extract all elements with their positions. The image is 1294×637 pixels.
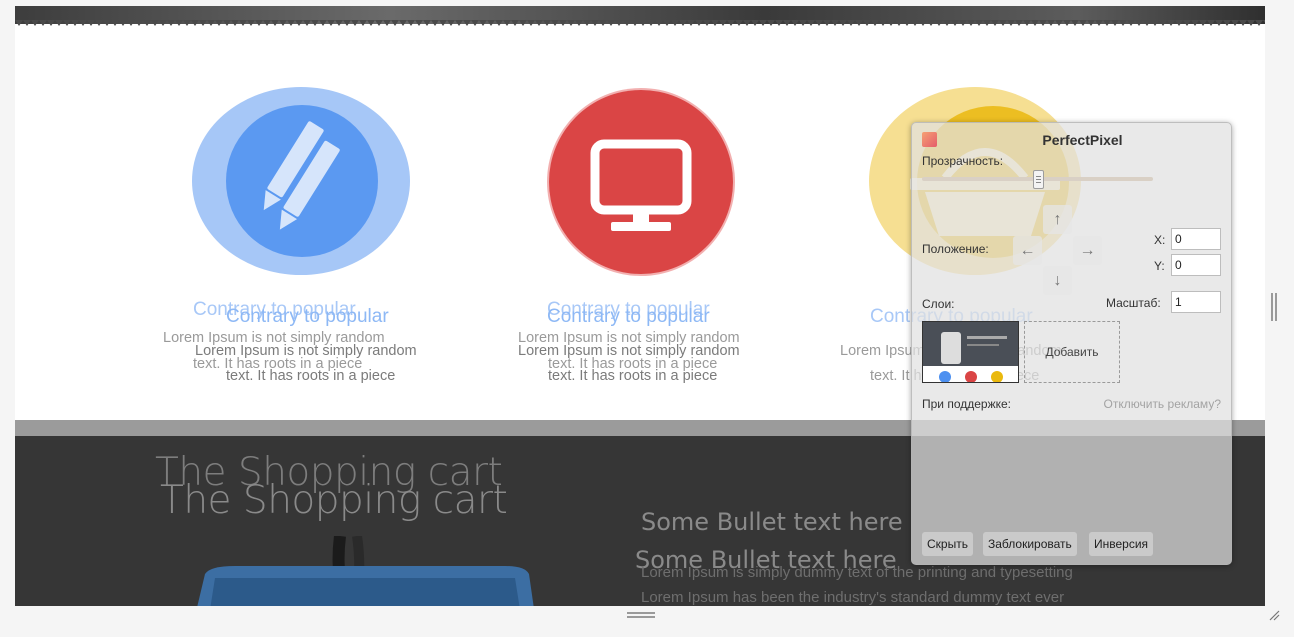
invert-button[interactable]: Инверсия	[1089, 532, 1154, 556]
hide-button[interactable]: Скрыть	[922, 532, 973, 556]
service-title: Contrary to popular	[226, 306, 389, 327]
vertical-resize-handle[interactable]	[627, 612, 655, 620]
lock-button[interactable]: Заблокировать	[983, 532, 1077, 556]
cart-lorem-line-2: Lorem Ipsum has been the industry's stan…	[641, 589, 1065, 606]
perfectpixel-panel: PerfectPixel Прозрачность: Положение: ↑ …	[911, 122, 1232, 565]
service-text: text. It has roots in a piece	[548, 368, 718, 384]
service-title: Contrary to popular	[547, 306, 710, 327]
disable-ads-link[interactable]: Отключить рекламу?	[1104, 397, 1221, 411]
x-input[interactable]: 0	[1171, 228, 1221, 250]
service-text: text. It has roots in a piece	[226, 368, 396, 384]
y-input[interactable]: 0	[1171, 254, 1221, 276]
y-label: Y:	[1154, 259, 1165, 273]
scale-label: Масштаб:	[1106, 296, 1161, 310]
move-left-button[interactable]: ←	[1013, 236, 1042, 265]
resize-corner-icon[interactable]	[1268, 609, 1280, 621]
panel-title: PerfectPixel	[1042, 132, 1123, 148]
support-label: При поддержке:	[922, 397, 1012, 411]
opacity-slider-handle[interactable]	[1032, 170, 1044, 189]
cart-lorem-line-1: Lorem Ipsum is simply dummy text of the …	[641, 564, 1073, 581]
add-layer-button[interactable]: Добавить	[1024, 321, 1120, 383]
horizontal-resize-handle[interactable]	[1271, 293, 1277, 321]
position-label: Положение:	[922, 242, 989, 256]
cart-title: The Shopping cart	[160, 478, 508, 523]
layers-label: Слои:	[922, 297, 955, 311]
pencil-icon	[192, 87, 410, 275]
x-label: X:	[1154, 233, 1166, 247]
move-up-button[interactable]: ↑	[1043, 205, 1072, 234]
move-right-button[interactable]: →	[1073, 236, 1102, 265]
move-down-button[interactable]: ↓	[1043, 266, 1072, 295]
opacity-label: Прозрачность:	[922, 154, 1004, 168]
shopping-basket-image	[197, 536, 534, 606]
layer-preview-image	[923, 322, 1018, 382]
zigzag-divider	[15, 20, 1265, 26]
scale-input[interactable]: 1	[1171, 291, 1221, 313]
bullet-text: Some Bullet text here	[641, 508, 903, 536]
layer-thumbnail[interactable]	[922, 321, 1019, 383]
monitor-icon	[547, 88, 735, 276]
